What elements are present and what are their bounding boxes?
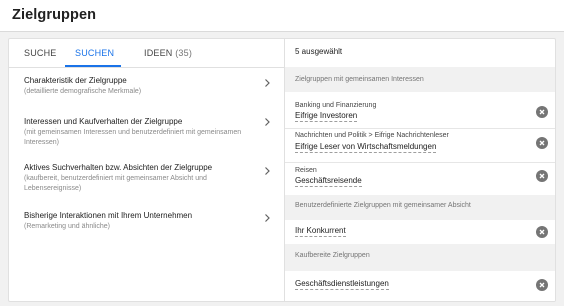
selected-count: 5 ausgewählt <box>295 47 343 56</box>
category-interests[interactable]: Interessen und Kaufverhalten der Zielgru… <box>9 113 284 161</box>
section-label: Zielgruppen mit gemeinsamen Interessen <box>295 76 424 83</box>
category-subtitle: (kaufbereit, benutzerdefiniert mit gemei… <box>24 175 207 192</box>
category-subtitle: (Remarketing und ähnliche) <box>24 223 110 230</box>
remove-circle-icon[interactable] <box>536 106 548 118</box>
category-intent[interactable]: Aktives Suchverhalten bzw. Absichten der… <box>9 163 284 209</box>
selected-item: Reisen Geschäftsreisende <box>285 163 555 195</box>
active-tab-indicator <box>65 65 121 67</box>
item-path: Banking und Finanzierung <box>295 102 377 109</box>
item-path: Reisen <box>295 167 317 174</box>
chevron-right-icon <box>262 117 272 127</box>
browse-panel: SUCHE SUCHEN IDEEN (35) Charakteristik d… <box>9 39 284 301</box>
remove-circle-icon[interactable] <box>536 226 548 238</box>
audience-card: SUCHE SUCHEN IDEEN (35) Charakteristik d… <box>8 38 556 302</box>
tab-suche[interactable]: SUCHE <box>24 48 57 58</box>
category-title: Bisherige Interaktionen mit Ihrem Untern… <box>24 211 193 220</box>
item-name: Geschäftsreisende <box>295 176 362 187</box>
tab-ideen[interactable]: IDEEN (35) <box>144 48 192 58</box>
chevron-right-icon <box>262 166 272 176</box>
page-header: Zielgruppen <box>0 0 564 32</box>
item-name: Ihr Konkurrent <box>295 226 346 237</box>
category-subtitle: (mit gemeinsamen Interessen und benutzer… <box>24 129 242 146</box>
chevron-right-icon <box>262 78 272 88</box>
item-name: Eifrige Investoren <box>295 111 358 122</box>
category-title: Charakteristik der Zielgruppe <box>24 76 127 85</box>
selected-item: Nachrichten und Politik > Eifrige Nachri… <box>285 129 555 162</box>
tab-suchen[interactable]: SUCHEN <box>75 48 114 58</box>
category-subtitle: (detaillierte demografische Merkmale) <box>24 88 142 95</box>
section-label: Kaufbereite Zielgruppen <box>295 252 370 259</box>
category-title: Interessen und Kaufverhalten der Zielgru… <box>24 117 183 126</box>
tab-ideen-count: (35) <box>175 48 193 58</box>
category-title: Aktives Suchverhalten bzw. Absichten der… <box>24 163 213 172</box>
section-in-market: Kaufbereite Zielgruppen <box>285 244 555 271</box>
section-custom-intent: Benutzerdefinierte Zielgruppen mit gemei… <box>285 195 555 220</box>
section-affinity: Zielgruppen mit gemeinsamen Interessen <box>285 67 555 92</box>
item-name: Eifrige Leser von Wirtschaftsmeldungen <box>295 142 437 153</box>
item-name: Geschäftsdienstleistungen <box>295 279 389 290</box>
item-path: Nachrichten und Politik > Eifrige Nachri… <box>295 132 449 139</box>
remove-circle-icon[interactable] <box>536 279 548 291</box>
selected-panel: 5 ausgewählt Zielgruppen mit gemeinsamen… <box>285 39 555 301</box>
tab-bar: SUCHE SUCHEN IDEEN (35) <box>9 39 284 68</box>
category-demographics[interactable]: Charakteristik der Zielgruppe (detaillie… <box>9 72 284 112</box>
selected-item: Ihr Konkurrent <box>285 220 555 244</box>
page-title: Zielgruppen <box>12 7 97 23</box>
chevron-right-icon <box>262 213 272 223</box>
selected-item: Geschäftsdienstleistungen <box>285 271 555 301</box>
remove-circle-icon[interactable] <box>536 170 548 182</box>
category-remarketing[interactable]: Bisherige Interaktionen mit Ihrem Untern… <box>9 209 284 239</box>
selected-item: Banking und Finanzierung Eifrige Investo… <box>285 92 555 128</box>
remove-circle-icon[interactable] <box>536 137 548 149</box>
section-label: Benutzerdefinierte Zielgruppen mit gemei… <box>295 202 471 209</box>
